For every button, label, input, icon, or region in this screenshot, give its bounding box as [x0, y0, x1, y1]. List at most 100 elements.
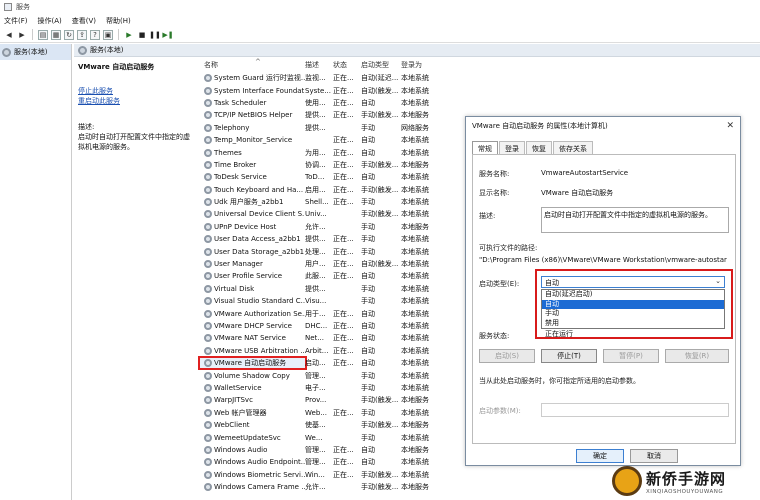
service-startup-cell: 自动 — [361, 98, 375, 107]
gear-icon — [204, 260, 212, 269]
service-name-cell: User Profile Service — [200, 272, 305, 281]
service-startup-cell: 手动(触发... — [361, 470, 399, 479]
startup-type-select[interactable]: 自动 ⌄ — [541, 276, 725, 288]
column-status[interactable]: 状态 — [333, 60, 361, 70]
service-name-text: Windows Audio Endpoint... — [214, 458, 305, 467]
column-startup-type[interactable]: 启动类型 — [361, 60, 401, 70]
pause-button[interactable]: 暂停(P) — [603, 349, 659, 363]
column-description[interactable]: 描述 — [305, 60, 333, 70]
stop-service-icon[interactable]: ■ — [137, 30, 147, 40]
service-name-cell: Volume Shadow Copy — [200, 371, 305, 380]
close-icon[interactable]: ✕ — [726, 121, 734, 131]
description-label: 描述: — [78, 123, 95, 131]
refresh-icon[interactable]: ↻ — [64, 29, 74, 40]
gear-icon — [204, 383, 212, 392]
service-startup-cell: 手动 — [361, 284, 375, 293]
restart-service-link[interactable]: 重启动此服务 — [78, 96, 194, 106]
service-startup-cell: 手动 — [361, 408, 375, 417]
table-row[interactable]: Task Scheduler 使用... 正在... 自动 本地系统 — [200, 97, 760, 109]
start-service-icon[interactable]: ▶ — [124, 30, 134, 40]
menu-help[interactable]: 帮助(H) — [106, 16, 131, 26]
service-status-cell: 正在... — [333, 309, 354, 318]
service-name-text: User Data Storage_a2bb1 — [214, 247, 305, 256]
service-logon-cell: 本地服务 — [401, 111, 429, 120]
gear-icon — [204, 445, 212, 454]
menu-view[interactable]: 查看(V) — [72, 16, 96, 26]
service-startup-cell: 手动(触发... — [361, 160, 399, 169]
service-logon-cell: 本地系统 — [401, 210, 429, 219]
service-status-label: 服务状态: — [479, 332, 510, 340]
gear-icon — [204, 173, 212, 182]
service-name-cell: Windows Camera Frame ... — [200, 483, 305, 492]
service-name-cell: WemeetUpdateSvc — [200, 433, 305, 442]
service-name-text: Volume Shadow Copy — [214, 371, 290, 380]
gear-icon — [204, 421, 212, 430]
column-header-row: ^ 名称 描述 状态 启动类型 登录为 — [200, 58, 760, 72]
service-desc-cell: 提供... — [305, 111, 326, 120]
help-icon[interactable]: ? — [90, 29, 100, 40]
service-name-text: Windows Audio — [214, 445, 268, 454]
service-desc-cell: 使基... — [305, 421, 326, 430]
selected-service-name-cell: VMware 自动启动服务 — [198, 356, 307, 371]
export-icon[interactable]: ⇪ — [77, 29, 87, 40]
option-manual[interactable]: 手动 — [542, 309, 724, 319]
service-name-text: Visual Studio Standard C... — [214, 297, 305, 306]
gear-icon — [204, 160, 212, 169]
dialog-title: VMware 自动启动服务 的属性(本地计算机) — [472, 122, 608, 130]
service-startup-cell: 手动(触发... — [361, 210, 399, 219]
tree-node-services-local[interactable]: 服务(本地) — [0, 44, 71, 60]
gear-icon — [204, 396, 212, 405]
start-button[interactable]: 启动(S) — [479, 349, 535, 363]
watermark: 新侨手游网 XINQIAOSHOUYOUWANG — [612, 462, 760, 500]
resume-button[interactable]: 恢复(R) — [665, 349, 729, 363]
gear-icon — [204, 247, 212, 256]
console-tree-icon[interactable]: ▤ — [38, 29, 48, 40]
path-value: "D:\Program Files (x86)\VMware\VMware Wo… — [479, 256, 727, 264]
service-logon-cell: 本地系统 — [401, 98, 429, 107]
option-auto[interactable]: 自动 — [542, 299, 724, 309]
service-logon-cell: 本地系统 — [401, 346, 429, 355]
service-logon-cell: 本地系统 — [401, 173, 429, 182]
service-startup-cell: 自动 — [361, 136, 375, 145]
service-logon-cell: 网络服务 — [401, 123, 429, 132]
restart-service-icon[interactable]: ▶❚ — [162, 30, 173, 40]
ok-button[interactable]: 确定 — [576, 449, 624, 463]
table-row[interactable]: System Guard 运行时监视... 监视... 正在... 自动(延迟... 本… — [200, 72, 760, 84]
service-desc-cell: 允许... — [305, 483, 326, 492]
service-status-cell: 正在... — [333, 322, 354, 330]
column-logon-as[interactable]: 登录为 — [401, 60, 441, 70]
properties-icon[interactable]: ▦ — [51, 29, 61, 40]
service-status-cell: 正在... — [333, 247, 354, 256]
gear-icon — [204, 98, 212, 107]
service-logon-cell: 本地系统 — [401, 247, 429, 256]
cancel-button[interactable]: 取消 — [630, 449, 678, 463]
description-box[interactable]: 启动时自动打开配置文件中指定的虚拟机电源的服务。 — [541, 207, 729, 233]
service-desc-cell: Syste... — [305, 86, 331, 95]
option-auto-delayed[interactable]: 自动(延迟启动) — [542, 290, 724, 300]
stop-button[interactable]: 停止(T) — [541, 349, 597, 363]
option-disabled[interactable]: 禁用 — [542, 319, 724, 329]
service-name-text: VMware 自动启动服务 — [214, 359, 287, 368]
back-arrow-icon[interactable]: ◀ — [4, 30, 14, 40]
service-desc-cell: Arbit... — [305, 346, 329, 355]
service-status-cell: 正在... — [333, 272, 354, 281]
start-params-input[interactable] — [541, 403, 729, 417]
pause-service-icon[interactable]: ❚❚ — [149, 30, 161, 40]
gear-icon — [204, 371, 212, 380]
column-name[interactable]: 名称 — [200, 60, 305, 70]
service-name-cell: VMware Authorization Se... — [200, 309, 305, 318]
menu-file[interactable]: 文件(F) — [4, 16, 28, 26]
service-desc-cell: 此服... — [305, 272, 326, 281]
stop-service-link[interactable]: 停止此服务 — [78, 86, 194, 96]
table-row[interactable]: System Interface Foundat... Syste... 正在...… — [200, 84, 760, 96]
menu-action[interactable]: 操作(A) — [38, 16, 62, 26]
service-name-cell: Task Scheduler — [200, 98, 305, 107]
view-icon[interactable]: ▣ — [103, 29, 113, 40]
forward-arrow-icon[interactable]: ▶ — [17, 30, 27, 40]
watermark-logo-icon — [612, 466, 642, 496]
gear-icon — [204, 408, 212, 417]
gear-icon — [204, 359, 212, 368]
service-status-cell: 正在... — [333, 160, 354, 169]
service-name-text: VMware DHCP Service — [214, 322, 292, 330]
service-name-cell: Touch Keyboard and Ha... — [200, 185, 305, 194]
